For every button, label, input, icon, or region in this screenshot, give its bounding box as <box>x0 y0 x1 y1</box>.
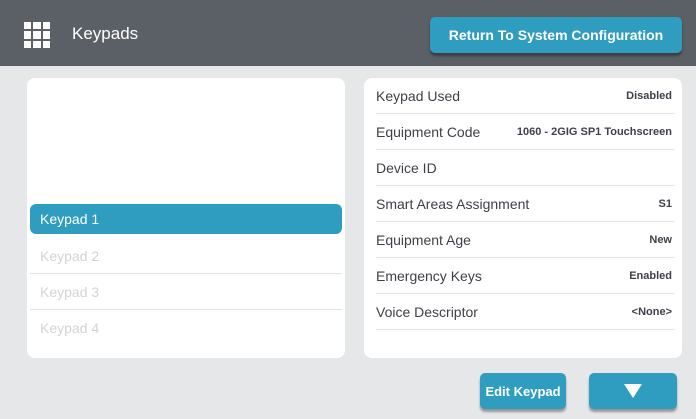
edit-keypad-button[interactable]: Edit Keypad <box>480 373 566 409</box>
page-title: Keypads <box>72 24 139 43</box>
detail-row-keypad-used: Keypad Used Disabled <box>376 78 674 114</box>
keypad-item-3[interactable]: Keypad 3 <box>30 274 342 310</box>
scroll-down-button[interactable] <box>589 373 677 409</box>
triangle-down-icon <box>624 384 642 398</box>
detail-label: Smart Areas Assignment <box>376 195 530 212</box>
detail-row-smart-areas-assignment: Smart Areas Assignment S1 <box>376 186 674 222</box>
detail-row-equipment-code: Equipment Code 1060 - 2GIG SP1 Touchscre… <box>376 114 674 150</box>
detail-label: Voice Descriptor <box>376 303 478 320</box>
detail-label: Equipment Code <box>376 123 481 140</box>
detail-label: Emergency Keys <box>376 267 482 284</box>
detail-value: New <box>649 233 672 246</box>
detail-value: Disabled <box>626 89 672 102</box>
keypad-list: Keypad 1 Keypad 2 Keypad 3 Keypad 4 <box>30 204 342 346</box>
detail-row-emergency-keys: Emergency Keys Enabled <box>376 258 674 294</box>
detail-value: S1 <box>658 197 672 210</box>
keypad-list-panel: Keypad 1 Keypad 2 Keypad 3 Keypad 4 <box>27 78 345 358</box>
detail-row-voice-descriptor: Voice Descriptor <None> <box>376 294 674 330</box>
detail-label: Device ID <box>376 159 437 176</box>
keypad-item-1[interactable]: Keypad 1 <box>30 204 342 234</box>
detail-row-device-id: Device ID <box>376 150 674 186</box>
detail-value: 1060 - 2GIG SP1 Touchscreen <box>516 125 672 138</box>
detail-label: Equipment Age <box>376 231 471 248</box>
detail-label: Keypad Used <box>376 87 461 104</box>
keypad-detail-panel: Keypad Used Disabled Equipment Code 1060… <box>364 78 682 358</box>
header-bar: Keypads Return To System Configuration <box>0 0 696 66</box>
grid-icon <box>24 22 50 48</box>
detail-value: Enabled <box>629 269 672 282</box>
detail-row-equipment-age: Equipment Age New <box>376 222 674 258</box>
keypad-item-2[interactable]: Keypad 2 <box>30 238 342 274</box>
detail-value: <None> <box>631 305 672 318</box>
return-to-system-configuration-button[interactable]: Return To System Configuration <box>430 17 682 53</box>
keypad-item-4[interactable]: Keypad 4 <box>30 310 342 346</box>
